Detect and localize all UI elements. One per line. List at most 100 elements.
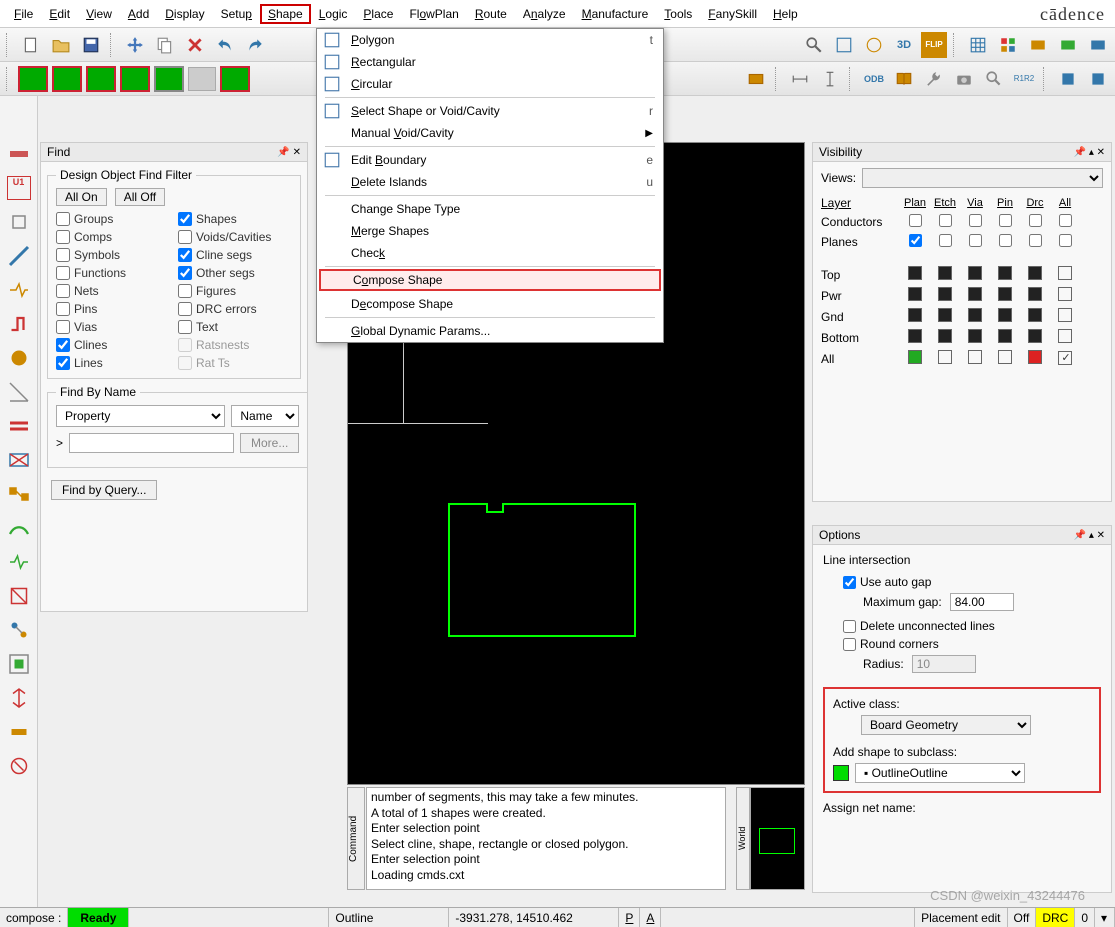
lb-10-icon[interactable] [7, 448, 31, 472]
vis-check[interactable] [909, 234, 922, 247]
vis-check[interactable] [939, 214, 952, 227]
findby-input[interactable] [69, 433, 234, 453]
lb-12-icon[interactable] [7, 516, 31, 540]
layer-box[interactable] [968, 308, 982, 322]
vis-check[interactable] [1059, 234, 1072, 247]
misc-1-icon[interactable] [1055, 66, 1081, 92]
copy-icon[interactable] [152, 32, 178, 58]
menu-item-delete-islands[interactable]: Delete Islandsu [317, 171, 663, 193]
delete-unconnected-checkbox[interactable]: Delete unconnected lines [843, 619, 1101, 633]
layer-box[interactable] [998, 266, 1012, 280]
menu-edit[interactable]: Edit [41, 4, 78, 24]
delete-icon[interactable] [182, 32, 208, 58]
book-icon[interactable] [891, 66, 917, 92]
layer-box[interactable] [1028, 329, 1042, 343]
menu-tools[interactable]: Tools [656, 4, 700, 24]
shape-tool-7-icon[interactable] [220, 66, 250, 92]
find-check-comps[interactable]: Comps [56, 230, 170, 244]
lb-1-icon[interactable] [7, 142, 31, 166]
menu-add[interactable]: Add [120, 4, 157, 24]
layer-box[interactable] [1058, 329, 1072, 343]
find-check-drc-errors[interactable]: DRC errors [178, 302, 292, 316]
dim-v-icon[interactable] [817, 66, 843, 92]
lb-6-icon[interactable] [7, 312, 31, 336]
round-corners-checkbox[interactable]: Round corners [843, 637, 1101, 651]
find-check-lines[interactable]: Lines [56, 356, 170, 370]
menu-flowplan[interactable]: FlowPlan [401, 4, 466, 24]
world-view[interactable] [750, 787, 805, 890]
new-icon[interactable] [18, 32, 44, 58]
shape-tool-2-icon[interactable] [52, 66, 82, 92]
layer-box[interactable] [998, 287, 1012, 301]
odb-icon[interactable]: ODB [861, 66, 887, 92]
lb-4-icon[interactable] [7, 244, 31, 268]
vis-check[interactable] [999, 214, 1012, 227]
find-check-cline-segs[interactable]: Cline segs [178, 248, 292, 262]
shape-tool-5-icon[interactable] [154, 66, 184, 92]
find-check-figures[interactable]: Figures [178, 284, 292, 298]
vis-check[interactable] [1029, 214, 1042, 227]
layer-box[interactable] [968, 329, 982, 343]
layer-box[interactable] [938, 266, 952, 280]
menu-file[interactable]: File [6, 4, 41, 24]
wrench-icon[interactable] [921, 66, 947, 92]
max-gap-input[interactable] [950, 593, 1014, 611]
layer-box[interactable] [908, 329, 922, 343]
command-log[interactable]: number of segments, this may take a few … [366, 787, 726, 890]
menu-item-global-dynamic-params-[interactable]: Global Dynamic Params... [317, 320, 663, 342]
more-button[interactable]: More... [240, 433, 299, 453]
lb-18-icon[interactable] [7, 720, 31, 744]
vis-check[interactable] [1059, 214, 1072, 227]
menu-item-check[interactable]: Check [317, 242, 663, 264]
find-check-clines[interactable]: Clines [56, 338, 170, 352]
zoom-world-icon[interactable] [861, 32, 887, 58]
menu-route[interactable]: Route [467, 4, 515, 24]
redo-icon[interactable] [242, 32, 268, 58]
menu-shape[interactable]: Shape [260, 4, 311, 24]
find-check-pins[interactable]: Pins [56, 302, 170, 316]
menu-item-select-shape-or-void-cavity[interactable]: Select Shape or Void/Cavityr [317, 100, 663, 122]
tool-a-icon[interactable] [1025, 32, 1051, 58]
menu-item-manual-void-cavity[interactable]: Manual Void/Cavity▶ [317, 122, 663, 144]
findby-type-select[interactable]: Property [56, 405, 225, 427]
menu-item-rectangular[interactable]: Rectangular [317, 51, 663, 73]
lb-16-icon[interactable] [7, 652, 31, 676]
layer-box[interactable] [938, 350, 952, 364]
layer-box[interactable] [908, 287, 922, 301]
find-check-voids-cavities[interactable]: Voids/Cavities [178, 230, 292, 244]
find-check-groups[interactable]: Groups [56, 212, 170, 226]
shape-tool-3-icon[interactable] [86, 66, 116, 92]
vis-check[interactable] [909, 214, 922, 227]
vis-check[interactable] [1029, 234, 1042, 247]
find-check-shapes[interactable]: Shapes [178, 212, 292, 226]
dim-h-icon[interactable] [787, 66, 813, 92]
zoom-fit-icon[interactable] [831, 32, 857, 58]
lb-9-icon[interactable] [7, 414, 31, 438]
vis-check[interactable] [969, 234, 982, 247]
layer-box[interactable] [968, 287, 982, 301]
vis-check[interactable] [939, 234, 952, 247]
menu-manufacture[interactable]: Manufacture [574, 4, 657, 24]
subclass-color-swatch[interactable] [833, 765, 849, 781]
status-a[interactable]: A [640, 908, 661, 927]
layer-box[interactable] [968, 350, 982, 364]
lb-13-icon[interactable] [7, 550, 31, 574]
inspect-icon[interactable] [981, 66, 1007, 92]
layer-box[interactable] [1058, 308, 1072, 322]
tool-b-icon[interactable] [1055, 32, 1081, 58]
menu-item-circular[interactable]: Circular [317, 73, 663, 95]
misc-2-icon[interactable] [1085, 66, 1111, 92]
menu-fanyskill[interactable]: FanySkill [700, 4, 765, 24]
log-tab[interactable]: Command [347, 787, 365, 890]
layer-box[interactable] [908, 308, 922, 322]
active-class-select[interactable]: Board Geometry [861, 715, 1031, 735]
lb-2-icon[interactable]: U1 [7, 176, 31, 200]
layer-box[interactable] [938, 308, 952, 322]
menu-item-change-shape-type[interactable]: Change Shape Type [317, 198, 663, 220]
menu-analyze[interactable]: Analyze [515, 4, 574, 24]
layer-box[interactable] [1028, 350, 1042, 364]
lb-7-icon[interactable] [7, 346, 31, 370]
open-icon[interactable] [48, 32, 74, 58]
find-check-functions[interactable]: Functions [56, 266, 170, 280]
layer-box[interactable] [938, 287, 952, 301]
